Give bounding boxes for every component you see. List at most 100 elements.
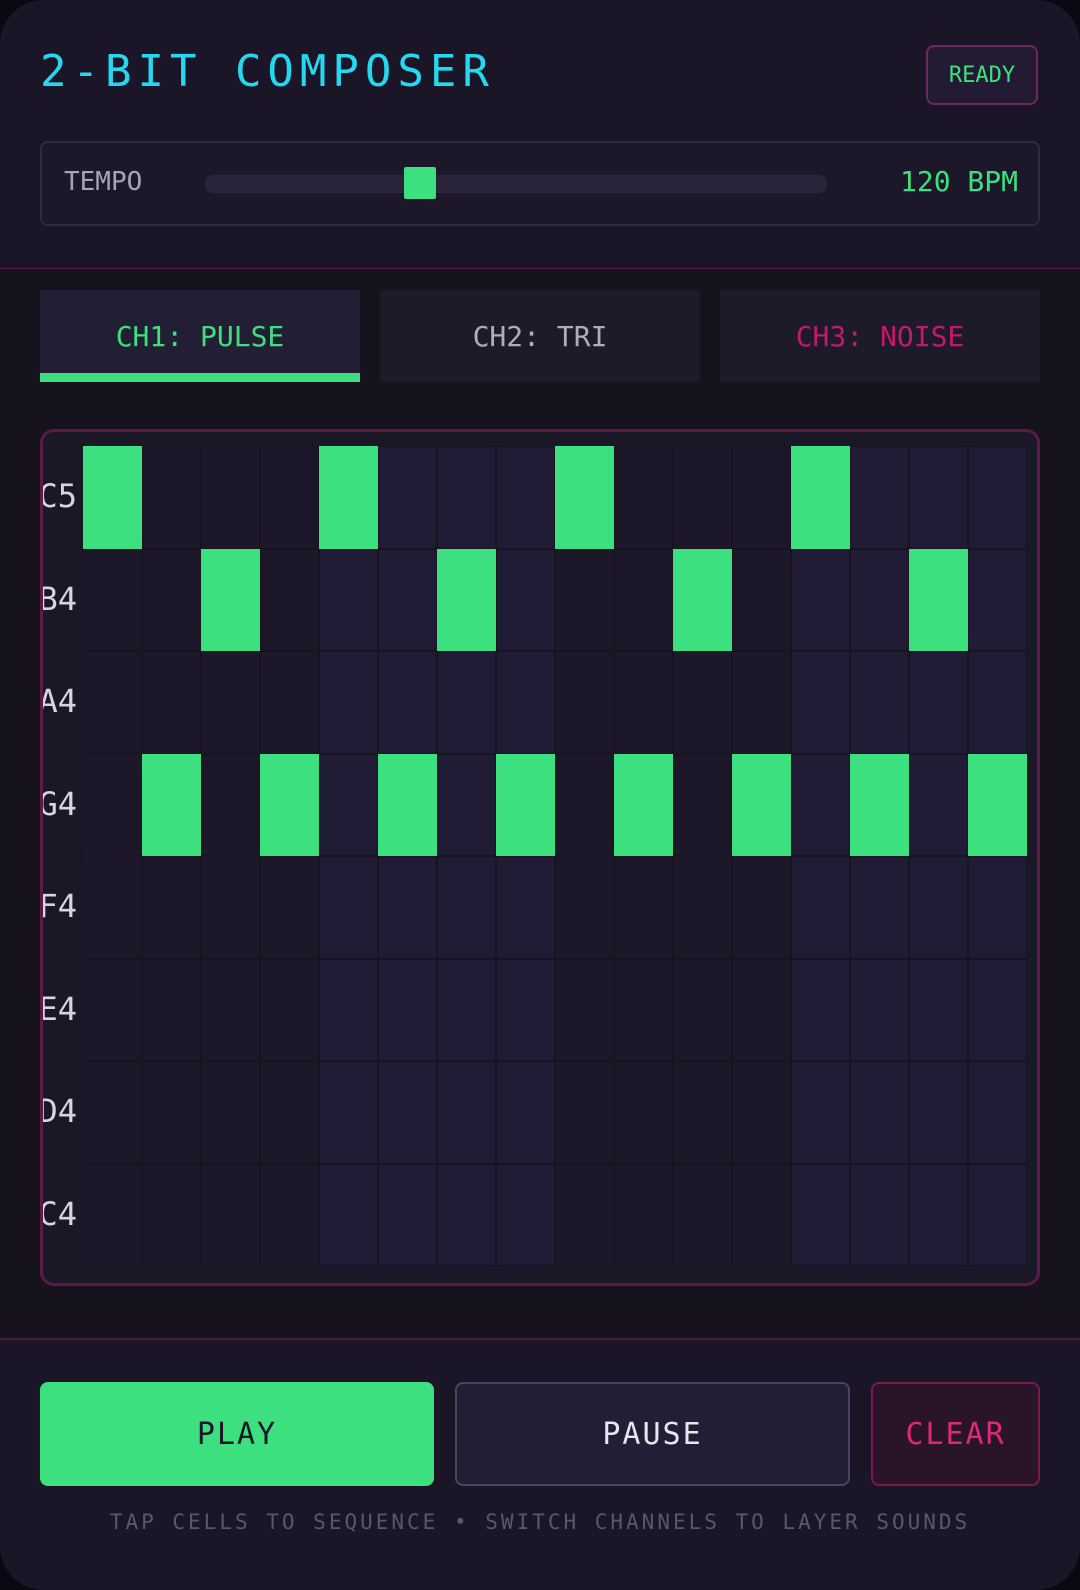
step-cell-c4-5[interactable] — [319, 1163, 378, 1266]
step-cell-d4-2[interactable] — [142, 1061, 201, 1164]
step-cell-d4-9[interactable] — [555, 1061, 614, 1164]
step-cell-c5-10[interactable] — [614, 446, 673, 549]
step-cell-b4-9[interactable] — [555, 548, 614, 651]
step-cell-f4-6[interactable] — [378, 856, 437, 959]
step-cell-f4-13[interactable] — [791, 856, 850, 959]
step-cell-c4-16[interactable] — [968, 1163, 1027, 1266]
step-cell-c4-10[interactable] — [614, 1163, 673, 1266]
step-cell-b4-6[interactable] — [378, 548, 437, 651]
step-cell-b4-7[interactable] — [437, 548, 496, 651]
step-cell-e4-13[interactable] — [791, 958, 850, 1061]
step-cell-a4-7[interactable] — [437, 651, 496, 754]
step-cell-a4-1[interactable] — [83, 651, 142, 754]
step-cell-d4-3[interactable] — [201, 1061, 260, 1164]
step-cell-c5-12[interactable] — [732, 446, 791, 549]
step-cell-f4-8[interactable] — [496, 856, 555, 959]
step-cell-c5-16[interactable] — [968, 446, 1027, 549]
step-cell-g4-7[interactable] — [437, 753, 496, 856]
step-cell-g4-5[interactable] — [319, 753, 378, 856]
step-cell-g4-9[interactable] — [555, 753, 614, 856]
step-cell-g4-10[interactable] — [614, 753, 673, 856]
step-cell-c5-7[interactable] — [437, 446, 496, 549]
step-cell-c5-9[interactable] — [555, 446, 614, 549]
step-cell-c4-7[interactable] — [437, 1163, 496, 1266]
step-cell-c4-2[interactable] — [142, 1163, 201, 1266]
step-cell-d4-7[interactable] — [437, 1061, 496, 1164]
step-cell-e4-7[interactable] — [437, 958, 496, 1061]
step-cell-d4-10[interactable] — [614, 1061, 673, 1164]
step-cell-g4-6[interactable] — [378, 753, 437, 856]
step-cell-g4-12[interactable] — [732, 753, 791, 856]
step-cell-a4-5[interactable] — [319, 651, 378, 754]
step-cell-b4-8[interactable] — [496, 548, 555, 651]
step-cell-b4-14[interactable] — [850, 548, 909, 651]
step-cell-e4-12[interactable] — [732, 958, 791, 1061]
step-cell-a4-12[interactable] — [732, 651, 791, 754]
step-cell-d4-12[interactable] — [732, 1061, 791, 1164]
step-cell-f4-15[interactable] — [909, 856, 968, 959]
step-cell-e4-10[interactable] — [614, 958, 673, 1061]
step-cell-a4-13[interactable] — [791, 651, 850, 754]
step-cell-c5-4[interactable] — [260, 446, 319, 549]
step-cell-e4-15[interactable] — [909, 958, 968, 1061]
step-cell-g4-15[interactable] — [909, 753, 968, 856]
step-cell-d4-5[interactable] — [319, 1061, 378, 1164]
step-cell-a4-15[interactable] — [909, 651, 968, 754]
step-cell-g4-2[interactable] — [142, 753, 201, 856]
step-cell-a4-9[interactable] — [555, 651, 614, 754]
step-cell-a4-8[interactable] — [496, 651, 555, 754]
step-cell-c4-8[interactable] — [496, 1163, 555, 1266]
step-cell-c5-1[interactable] — [83, 446, 142, 549]
step-cell-c4-15[interactable] — [909, 1163, 968, 1266]
step-cell-c4-1[interactable] — [83, 1163, 142, 1266]
step-cell-d4-16[interactable] — [968, 1061, 1027, 1164]
step-cell-b4-15[interactable] — [909, 548, 968, 651]
step-cell-f4-16[interactable] — [968, 856, 1027, 959]
tab-ch3-noise[interactable]: CH3: NOISE — [720, 290, 1040, 382]
step-cell-b4-2[interactable] — [142, 548, 201, 651]
step-cell-a4-16[interactable] — [968, 651, 1027, 754]
step-cell-f4-3[interactable] — [201, 856, 260, 959]
step-cell-c5-3[interactable] — [201, 446, 260, 549]
step-cell-c5-13[interactable] — [791, 446, 850, 549]
step-cell-e4-6[interactable] — [378, 958, 437, 1061]
step-cell-d4-6[interactable] — [378, 1061, 437, 1164]
tab-ch1-pulse[interactable]: CH1: PULSE — [40, 290, 360, 382]
step-cell-e4-11[interactable] — [673, 958, 732, 1061]
step-cell-g4-4[interactable] — [260, 753, 319, 856]
step-cell-g4-8[interactable] — [496, 753, 555, 856]
step-cell-e4-8[interactable] — [496, 958, 555, 1061]
step-cell-d4-15[interactable] — [909, 1061, 968, 1164]
step-cell-e4-2[interactable] — [142, 958, 201, 1061]
step-cell-g4-16[interactable] — [968, 753, 1027, 856]
step-cell-c4-9[interactable] — [555, 1163, 614, 1266]
pause-button[interactable]: PAUSE — [455, 1382, 850, 1486]
step-cell-e4-3[interactable] — [201, 958, 260, 1061]
step-cell-a4-4[interactable] — [260, 651, 319, 754]
tab-ch2-tri[interactable]: CH2: TRI — [380, 290, 700, 382]
tempo-slider[interactable] — [205, 167, 827, 199]
step-cell-a4-11[interactable] — [673, 651, 732, 754]
step-cell-c5-5[interactable] — [319, 446, 378, 549]
step-cell-g4-13[interactable] — [791, 753, 850, 856]
step-cell-b4-16[interactable] — [968, 548, 1027, 651]
step-cell-b4-3[interactable] — [201, 548, 260, 651]
step-cell-c4-12[interactable] — [732, 1163, 791, 1266]
step-cell-c4-3[interactable] — [201, 1163, 260, 1266]
step-cell-f4-14[interactable] — [850, 856, 909, 959]
step-cell-e4-16[interactable] — [968, 958, 1027, 1061]
step-cell-d4-1[interactable] — [83, 1061, 142, 1164]
step-cell-b4-11[interactable] — [673, 548, 732, 651]
step-cell-b4-4[interactable] — [260, 548, 319, 651]
step-cell-c4-13[interactable] — [791, 1163, 850, 1266]
step-cell-c4-11[interactable] — [673, 1163, 732, 1266]
step-cell-f4-4[interactable] — [260, 856, 319, 959]
step-cell-e4-4[interactable] — [260, 958, 319, 1061]
step-cell-f4-10[interactable] — [614, 856, 673, 959]
step-cell-d4-14[interactable] — [850, 1061, 909, 1164]
step-cell-b4-13[interactable] — [791, 548, 850, 651]
step-cell-f4-11[interactable] — [673, 856, 732, 959]
step-cell-e4-5[interactable] — [319, 958, 378, 1061]
step-cell-f4-2[interactable] — [142, 856, 201, 959]
step-cell-c5-6[interactable] — [378, 446, 437, 549]
